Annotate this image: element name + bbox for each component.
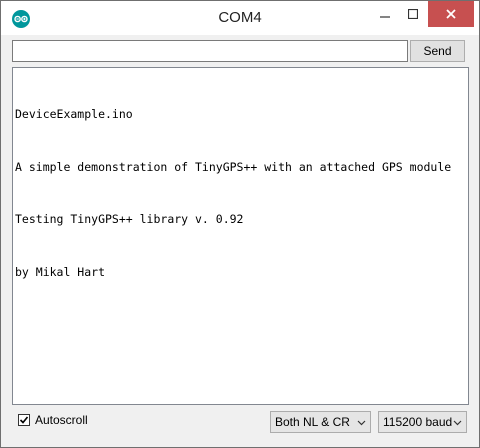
baud-rate-value: 115200 baud [383,415,453,429]
output-line: DeviceExample.ino [15,107,133,121]
autoscroll-toggle[interactable]: Autoscroll [18,413,88,427]
autoscroll-label: Autoscroll [35,413,88,427]
line-ending-select[interactable]: Both NL & CR [270,411,371,433]
maximize-icon [408,9,418,19]
minimize-button[interactable] [371,1,399,27]
line-ending-value: Both NL & CR [275,415,350,429]
serial-output[interactable]: DeviceExample.ino A simple demonstration… [12,67,469,405]
maximize-button[interactable] [399,1,427,27]
send-input[interactable] [12,40,408,62]
arduino-logo-icon [12,10,30,28]
close-icon [446,9,456,19]
checkmark-icon [19,416,29,424]
baud-rate-select[interactable]: 115200 baud [378,411,467,433]
title-bar[interactable]: COM4 [1,1,479,35]
send-button[interactable]: Send [410,40,465,62]
output-line: by Mikal Hart [15,264,106,279]
minimize-icon [380,16,390,18]
output-line: A simple demonstration of TinyGPS++ with… [15,159,452,174]
serial-monitor-window: COM4 Send DeviceExample.ino A simple dem… [0,0,480,448]
chevron-down-icon [453,420,462,426]
autoscroll-checkbox[interactable] [18,414,30,426]
output-line: Testing TinyGPS++ library v. 0.92 [15,212,244,226]
close-button[interactable] [428,1,474,27]
chevron-down-icon [357,420,366,426]
